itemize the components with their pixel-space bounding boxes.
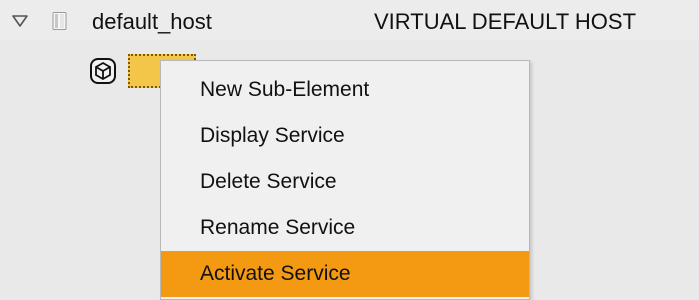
menu-item-display-service[interactable]: Display Service <box>161 113 529 159</box>
host-description: VIRTUAL DEFAULT HOST <box>374 9 637 34</box>
menu-item-label: Delete Service <box>200 170 337 193</box>
menu-item-activate-service[interactable]: Activate Service <box>161 251 529 297</box>
document-icon <box>50 11 70 31</box>
service-package-icon <box>89 57 117 85</box>
menu-item-label: Display Service <box>200 124 345 147</box>
menu-item-label: New Sub-Element <box>200 78 370 101</box>
host-name[interactable]: default_host <box>92 9 212 35</box>
triangle-down-icon[interactable] <box>12 14 28 27</box>
menu-item-delete-service[interactable]: Delete Service <box>161 159 529 205</box>
menu-item-label: Activate Service <box>200 262 351 285</box>
tree-row-default-host[interactable]: default_host VIRTUAL DEFAULT HOST <box>0 0 699 40</box>
context-menu: New Sub-Element Display Service Delete S… <box>160 60 530 300</box>
menu-item-new-sub-element[interactable]: New Sub-Element <box>161 67 529 113</box>
menu-item-label: Rename Service <box>200 216 356 239</box>
menu-item-rename-service[interactable]: Rename Service <box>161 205 529 251</box>
